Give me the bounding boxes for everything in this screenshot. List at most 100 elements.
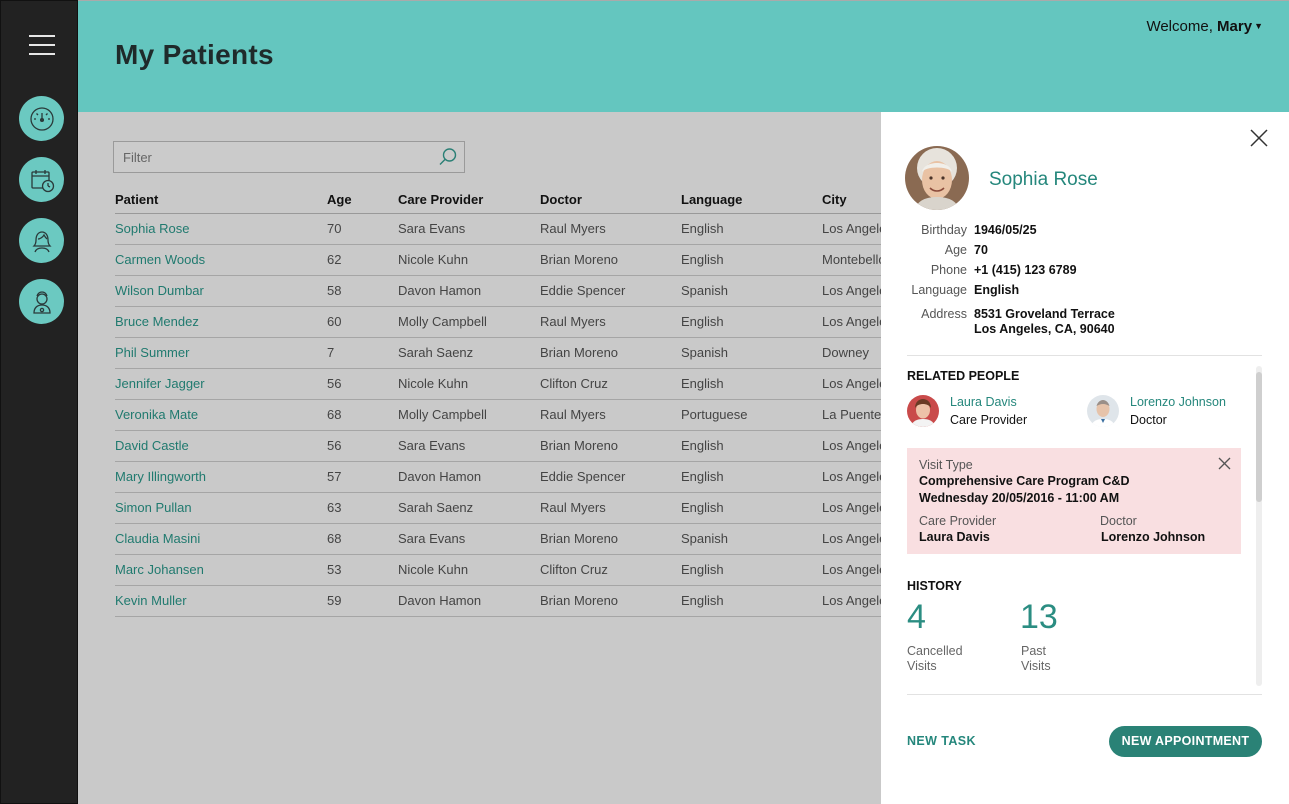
care-provider-icon[interactable] bbox=[19, 218, 64, 263]
cell-care-provider: Sarah Saenz bbox=[398, 337, 540, 369]
cell-care-provider: Molly Campbell bbox=[398, 306, 540, 338]
new-appointment-button[interactable]: NEW APPOINTMENT bbox=[1109, 726, 1262, 757]
table-row[interactable]: Carmen Woods 62 Nicole Kuhn Brian Moreno Eng… bbox=[115, 244, 881, 276]
doctor-role: Doctor bbox=[1130, 413, 1167, 427]
table-row[interactable]: Marc Johansen 53 Nicole Kuhn Clifton Cruz En… bbox=[115, 554, 881, 586]
address-line2: Los Angeles, CA, 90640 bbox=[974, 322, 1115, 336]
column-header-age[interactable]: Age bbox=[327, 186, 398, 214]
doctor-icon[interactable] bbox=[19, 279, 64, 324]
column-header-doctor[interactable]: Doctor bbox=[540, 186, 681, 214]
patients-list-area: Patient Age Care Provider Doctor Languag… bbox=[78, 112, 881, 804]
cell-language: English bbox=[681, 554, 822, 586]
table-row[interactable]: Phil Summer 7 Sarah Saenz Brian Moreno Spani… bbox=[115, 337, 881, 369]
patient-avatar bbox=[905, 146, 969, 210]
scrollbar[interactable] bbox=[1256, 366, 1262, 686]
cell-age: 58 bbox=[327, 275, 398, 307]
cell-patient-name[interactable]: Carmen Woods bbox=[115, 244, 327, 276]
cell-doctor: Brian Moreno bbox=[540, 523, 681, 555]
cell-age: 57 bbox=[327, 461, 398, 493]
cell-age: 60 bbox=[327, 306, 398, 338]
welcome-text: Welcome, bbox=[1146, 18, 1213, 35]
visit-program: Comprehensive Care Program C&D bbox=[919, 474, 1130, 488]
cell-doctor: Brian Moreno bbox=[540, 430, 681, 462]
care-provider-name[interactable]: Laura Davis bbox=[950, 395, 1017, 409]
caret-down-icon: ▼ bbox=[1254, 21, 1263, 31]
table-row[interactable]: Veronika Mate 68 Molly Campbell Raul Myers P… bbox=[115, 399, 881, 431]
filter-box bbox=[113, 141, 465, 173]
cell-patient-name[interactable]: David Castle bbox=[115, 430, 327, 462]
cell-doctor: Brian Moreno bbox=[540, 585, 681, 617]
table-row[interactable]: Bruce Mendez 60 Molly Campbell Raul Myers En… bbox=[115, 306, 881, 338]
cell-patient-name[interactable]: Wilson Dumbar bbox=[115, 275, 327, 307]
doctor-avatar bbox=[1087, 395, 1119, 427]
cell-care-provider: Davon Hamon bbox=[398, 275, 540, 307]
cell-patient-name[interactable]: Bruce Mendez bbox=[115, 306, 327, 338]
phone-label: Phone bbox=[930, 263, 967, 277]
cell-care-provider: Sara Evans bbox=[398, 213, 540, 245]
cell-language: English bbox=[681, 461, 822, 493]
cell-language: English bbox=[681, 492, 822, 524]
page-title: My Patients bbox=[115, 39, 274, 70]
cell-patient-name[interactable]: Mary Illingworth bbox=[115, 461, 327, 493]
table-row[interactable]: Mary Illingworth 57 Davon Hamon Eddie Spenc… bbox=[115, 461, 881, 493]
patient-detail-panel: Sophia Rose Birthday 1946/05/25 Age 70 P… bbox=[881, 112, 1289, 804]
cell-language: Portuguese bbox=[681, 399, 822, 431]
cell-patient-name[interactable]: Sophia Rose bbox=[115, 213, 327, 245]
visit-doctor-label: Doctor bbox=[1100, 514, 1137, 528]
cell-patient-name[interactable]: Veronika Mate bbox=[115, 399, 327, 431]
cell-doctor: Brian Moreno bbox=[540, 337, 681, 369]
column-header-patient[interactable]: Patient bbox=[115, 186, 327, 214]
filter-input[interactable] bbox=[114, 142, 424, 172]
column-header-language[interactable]: Language bbox=[681, 186, 822, 214]
cell-age: 56 bbox=[327, 368, 398, 400]
age-value: 70 bbox=[974, 243, 988, 257]
cell-age: 59 bbox=[327, 585, 398, 617]
table-row[interactable]: Claudia Masini 68 Sara Evans Brian Moreno Sp… bbox=[115, 523, 881, 555]
hamburger-menu-icon[interactable] bbox=[29, 35, 55, 55]
close-icon[interactable] bbox=[1249, 128, 1269, 148]
language-label: Language bbox=[911, 283, 967, 297]
cell-doctor: Clifton Cruz bbox=[540, 368, 681, 400]
dashboard-gauge-icon[interactable] bbox=[19, 96, 64, 141]
table-row[interactable]: Wilson Dumbar 58 Davon Hamon Eddie Spencer S… bbox=[115, 275, 881, 307]
table-row[interactable]: Simon Pullan 63 Sarah Saenz Raul Myers Engli… bbox=[115, 492, 881, 524]
cell-patient-name[interactable]: Phil Summer bbox=[115, 337, 327, 369]
cell-patient-name[interactable]: Kevin Muller bbox=[115, 585, 327, 617]
user-menu[interactable]: Welcome, Mary ▼ bbox=[1146, 18, 1263, 35]
cell-patient-name[interactable]: Simon Pullan bbox=[115, 492, 327, 524]
cell-care-provider: Sarah Saenz bbox=[398, 492, 540, 524]
cell-care-provider: Nicole Kuhn bbox=[398, 368, 540, 400]
new-task-button[interactable]: NEW TASK bbox=[907, 734, 976, 748]
visit-card[interactable]: Visit Type Comprehensive Care Program C&… bbox=[907, 448, 1241, 554]
divider bbox=[907, 694, 1262, 695]
cell-language: English bbox=[681, 213, 822, 245]
doctor-name[interactable]: Lorenzo Johnson bbox=[1130, 395, 1226, 409]
related-people-title: RELATED PEOPLE bbox=[907, 369, 1020, 383]
table-row[interactable]: Sophia Rose 70 Sara Evans Raul Myers English… bbox=[115, 213, 881, 245]
cell-care-provider: Davon Hamon bbox=[398, 585, 540, 617]
patient-name[interactable]: Sophia Rose bbox=[989, 169, 1098, 191]
address-label: Address bbox=[921, 307, 967, 321]
calendar-clock-icon[interactable] bbox=[19, 157, 64, 202]
cell-doctor: Eddie Spencer bbox=[540, 275, 681, 307]
table-row[interactable]: Kevin Muller 59 Davon Hamon Brian Moreno Eng… bbox=[115, 585, 881, 617]
cell-patient-name[interactable]: Marc Johansen bbox=[115, 554, 327, 586]
cell-city: La Puente bbox=[822, 399, 881, 431]
visit-datetime: Wednesday 20/05/2016 - 11:00 AM bbox=[919, 491, 1120, 505]
dismiss-visit-icon[interactable] bbox=[1218, 457, 1231, 470]
cell-language: English bbox=[681, 430, 822, 462]
scrollbar-thumb[interactable] bbox=[1256, 372, 1262, 502]
cell-patient-name[interactable]: Jennifer Jagger bbox=[115, 368, 327, 400]
table-row[interactable]: Jennifer Jagger 56 Nicole Kuhn Clifton Cruz… bbox=[115, 368, 881, 400]
cell-age: 62 bbox=[327, 244, 398, 276]
cell-patient-name[interactable]: Claudia Masini bbox=[115, 523, 327, 555]
table-row[interactable]: David Castle 56 Sara Evans Brian Moreno Engl… bbox=[115, 430, 881, 462]
column-header-care-provider[interactable]: Care Provider bbox=[398, 186, 540, 214]
visit-type-label: Visit Type bbox=[919, 458, 973, 472]
patients-table: Patient Age Care Provider Doctor Languag… bbox=[115, 186, 881, 617]
column-header-city[interactable]: City bbox=[822, 186, 881, 214]
cell-city: Los Angeles bbox=[822, 585, 881, 617]
search-icon[interactable] bbox=[438, 147, 458, 167]
cell-language: Spanish bbox=[681, 275, 822, 307]
cell-care-provider: Nicole Kuhn bbox=[398, 244, 540, 276]
